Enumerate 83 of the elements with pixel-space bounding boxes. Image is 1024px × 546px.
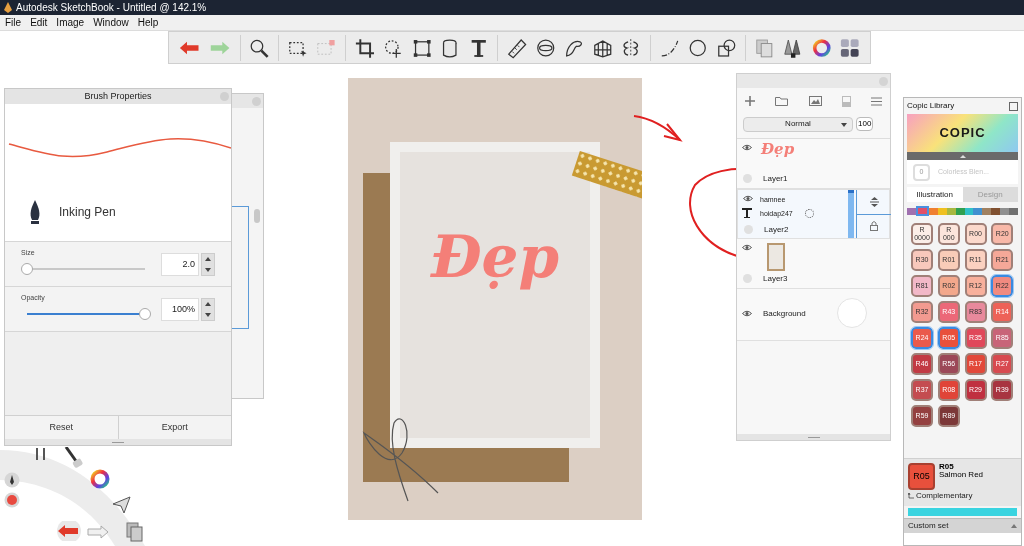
layers-icon[interactable] <box>126 522 144 542</box>
menu-item[interactable]: File <box>5 15 22 30</box>
color-family-chip[interactable] <box>991 207 1001 215</box>
brush-icon[interactable] <box>64 447 84 471</box>
spin-buttons[interactable] <box>201 253 215 276</box>
move-arrows-icon[interactable] <box>869 196 879 207</box>
slider-thumb[interactable] <box>21 263 33 275</box>
color-family-chip[interactable] <box>973 207 983 215</box>
complementary-color-bar[interactable] <box>908 508 1017 516</box>
opacity-bar[interactable] <box>848 190 854 238</box>
color-family-chip[interactable] <box>964 207 974 215</box>
collapse-icon[interactable] <box>959 154 966 158</box>
eye-icon[interactable] <box>742 144 752 151</box>
eye-icon[interactable] <box>742 310 752 317</box>
text-layer-icon <box>742 208 752 218</box>
layer-name: Background <box>763 308 806 320</box>
lock-toggle[interactable] <box>744 225 753 234</box>
spin-buttons[interactable] <box>201 298 215 321</box>
lock-toggle[interactable] <box>743 174 752 183</box>
eye-icon[interactable] <box>742 244 752 251</box>
pencil-icon <box>4 2 12 13</box>
select-pointer-icon[interactable] <box>112 496 132 514</box>
pen-nib-icon <box>29 200 41 224</box>
folder-icon[interactable] <box>775 96 789 106</box>
add-icon[interactable] <box>745 96 755 106</box>
tab[interactable]: Illustration <box>907 187 963 202</box>
menu-icon[interactable] <box>871 96 882 106</box>
scrollbar-thumb[interactable] <box>254 209 260 223</box>
window-title: Brush Properties <box>84 89 152 103</box>
current-color-dot[interactable] <box>4 492 20 508</box>
opacity-field[interactable]: 100 <box>856 117 874 131</box>
current-color-swatch: R05 <box>908 463 935 490</box>
menu-item[interactable]: Window <box>93 15 129 30</box>
menu-item[interactable]: Help <box>137 15 159 30</box>
color-family-chip[interactable] <box>946 207 956 215</box>
color-family-chip[interactable] <box>1009 207 1019 215</box>
background-color-swatch[interactable] <box>837 298 867 328</box>
brush-name: Inking Pen <box>59 204 116 221</box>
layer-thumbnail: Đẹp <box>761 142 795 157</box>
layer-name: Layer3 <box>763 273 788 285</box>
layer-thumbnail <box>767 243 785 271</box>
value-field[interactable]: 100% <box>161 298 199 321</box>
panel-title: Copic Library <box>907 100 955 112</box>
copic-logo-banner: COPIC <box>907 114 1018 152</box>
palettes-icon[interactable] <box>840 36 860 59</box>
undo-arrow-icon[interactable] <box>56 521 82 541</box>
menu-item[interactable]: Edit <box>30 15 48 30</box>
color-family-chip[interactable] <box>955 207 965 215</box>
pen-nib-icon[interactable] <box>4 472 20 488</box>
color-family-chip[interactable] <box>982 207 992 215</box>
complementary-link[interactable]: Complementary <box>908 490 1017 502</box>
color-wheel-icon[interactable] <box>90 469 110 489</box>
window-title: Autodesk SketchBook - Untitled @ 142.1% <box>16 2 207 13</box>
color-family-chip[interactable] <box>928 207 938 215</box>
layer-name: Layer2 <box>764 224 789 236</box>
image-icon[interactable] <box>808 96 822 106</box>
layer-name: Layer1 <box>763 173 788 185</box>
crop-icon[interactable] <box>354 36 375 59</box>
slider-thumb[interactable] <box>139 308 151 320</box>
color-wheel-icon[interactable] <box>811 36 832 59</box>
color-code: R05 <box>939 463 955 471</box>
color-family-chip[interactable] <box>907 207 916 215</box>
ellipse-guide-icon[interactable] <box>535 36 556 59</box>
eye-icon[interactable] <box>743 195 753 202</box>
color-name: Salmon Red <box>939 471 984 479</box>
corner-arrow-icon <box>908 493 914 499</box>
menu-item[interactable]: Image <box>56 15 85 30</box>
color-family-chip[interactable] <box>937 207 947 215</box>
copy-layers-icon[interactable] <box>754 36 775 59</box>
ruler-icon[interactable] <box>507 36 527 59</box>
annotation-arrow <box>633 115 683 142</box>
color-family-chip[interactable] <box>915 206 929 216</box>
color-family-chip[interactable] <box>1000 207 1010 215</box>
lock-toggle[interactable] <box>743 274 752 283</box>
symmetry-icon[interactable] <box>621 36 641 59</box>
value-field[interactable]: 2.0 <box>161 253 199 276</box>
lock-icon[interactable] <box>870 221 878 232</box>
close-icon[interactable] <box>1009 101 1018 111</box>
bucket-icon[interactable] <box>440 36 460 59</box>
shapes-icon[interactable] <box>716 36 736 59</box>
custom-set-bar[interactable]: Custom set <box>904 518 1021 533</box>
blend-mode-dropdown[interactable]: Normal <box>743 116 853 132</box>
expand-icon <box>1011 524 1017 528</box>
